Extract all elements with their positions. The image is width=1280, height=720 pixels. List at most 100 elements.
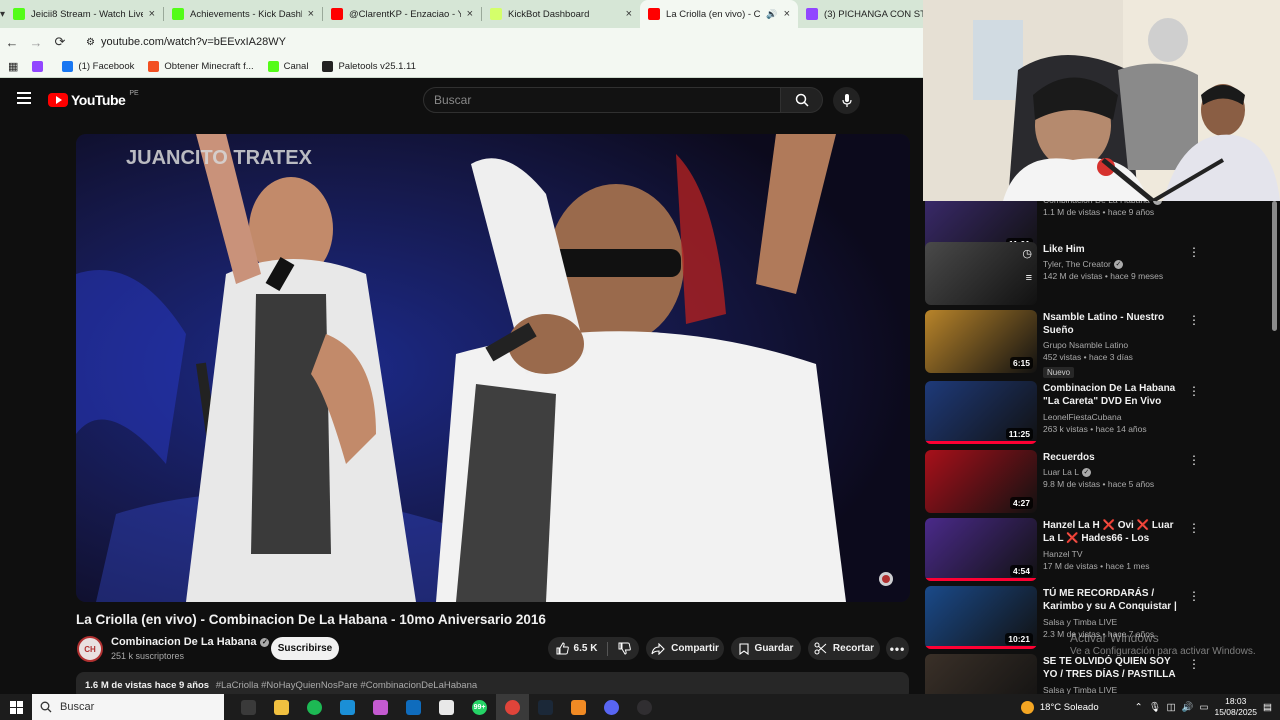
related-video-title[interactable]: Combinacion De La Habana "La Careta" DVD…	[1043, 382, 1183, 409]
battery-icon[interactable]: ▭	[1199, 702, 1208, 713]
related-video-channel[interactable]: Tyler, The Creator ✓	[1043, 259, 1183, 269]
video-options-icon[interactable]: ⋮	[1188, 590, 1200, 602]
tray-overflow-icon[interactable]: ⌃	[1135, 702, 1143, 713]
tab-close-icon[interactable]: ×	[784, 8, 790, 20]
related-video-channel[interactable]: Combinacion De La Habana✓	[1043, 201, 1183, 205]
taskbar-app-vlc[interactable]	[562, 694, 595, 720]
notifications-icon[interactable]: ▤	[1263, 702, 1272, 713]
video-options-icon[interactable]: ⋮	[1188, 658, 1200, 670]
video-player[interactable]: JUANCITO TRATEX	[76, 134, 910, 602]
browser-tab[interactable]: Jeicii8 Stream - Watch Live on K ×	[5, 0, 163, 28]
video-thumbnail[interactable]: ◷ ≡	[925, 242, 1037, 305]
related-video-item[interactable]: 11:25 Combinacion De La Habana "La Careta…	[925, 381, 1275, 445]
start-button[interactable]	[0, 694, 32, 720]
tab-audio-icon[interactable]: 🔊	[766, 9, 777, 20]
menu-icon[interactable]	[17, 92, 31, 104]
video-thumbnail[interactable]: 11:25	[925, 381, 1037, 444]
channel-avatar[interactable]: CH	[77, 636, 103, 662]
tab-close-icon[interactable]: ×	[467, 8, 473, 20]
taskbar-app-whatsapp[interactable]: 99+	[463, 694, 496, 720]
more-actions-button[interactable]: •••	[886, 637, 909, 660]
related-video-channel[interactable]: LeonelFiestaCubana	[1043, 412, 1183, 422]
related-video-title[interactable]: Recuerdos	[1043, 451, 1183, 464]
volume-icon[interactable]: 🔊	[1182, 702, 1194, 713]
tab-close-icon[interactable]: ×	[149, 8, 155, 20]
related-video-title[interactable]: Like Him	[1043, 243, 1183, 256]
related-video-channel[interactable]: Grupo Nsamble Latino	[1043, 340, 1183, 350]
back-button[interactable]: ←	[0, 35, 24, 50]
taskbar-app-obs[interactable]	[628, 694, 661, 720]
search-input[interactable]: Buscar	[423, 87, 781, 113]
related-video-channel[interactable]: Salsa y Timba LIVE	[1043, 685, 1183, 694]
related-video-item[interactable]: 6:15 Nsamble Latino - Nuestro Sueño Grupo …	[925, 310, 1275, 378]
related-video-channel[interactable]: Luar La L ✓	[1043, 467, 1183, 477]
hashtags[interactable]: #LaCriolla #NoHayQuienNosPare #Combinaci…	[216, 680, 477, 691]
tab-close-icon[interactable]: ×	[626, 8, 632, 20]
taskbar-app-steam[interactable]	[529, 694, 562, 720]
taskbar-app-task-view[interactable]	[232, 694, 265, 720]
bookmark-item[interactable]: Canal	[267, 61, 308, 72]
taskbar-app-discord[interactable]	[595, 694, 628, 720]
browser-tab[interactable]: @ClarentKP - Enzaciao - YouTu ×	[323, 0, 481, 28]
taskbar-app-copilot[interactable]	[364, 694, 397, 720]
video-thumbnail[interactable]	[925, 654, 1037, 694]
video-thumbnail[interactable]: 6:15	[925, 310, 1037, 373]
forward-button[interactable]: →	[24, 35, 48, 50]
weather-text[interactable]: 18°C Soleado	[1040, 702, 1099, 713]
url-field[interactable]: ⚙ youtube.com/watch?v=bEEvxIA28WY	[78, 31, 898, 53]
video-options-icon[interactable]: ⋮	[1188, 246, 1200, 258]
related-video-channel[interactable]: Salsa y Timba LIVE	[1043, 617, 1183, 627]
video-thumbnail[interactable]: 10:21	[925, 586, 1037, 649]
apps-grid-icon[interactable]: ▦	[8, 60, 18, 73]
browser-tab[interactable]: La Criolla (en vivo) - Combi 🔊 ×	[640, 0, 799, 28]
related-video-item[interactable]: SE TE OLVIDÓ QUIEN SOY YO / TRES DÍAS / …	[925, 654, 1275, 694]
microphone-tray-icon[interactable]: 🎙	[1149, 702, 1161, 713]
related-video-title[interactable]: TÚ ME RECORDARÁS / Karimbo y su A Conqui…	[1043, 587, 1183, 614]
video-options-icon[interactable]: ⋮	[1188, 522, 1200, 534]
save-button[interactable]: Guardar	[731, 637, 801, 660]
site-info-icon[interactable]: ⚙	[86, 37, 95, 48]
copilot-icon	[373, 699, 388, 715]
related-video-item[interactable]: 4:27 Recuerdos Luar La L ✓ 9.8 M de vistas •…	[925, 450, 1275, 514]
reload-button[interactable]: ⟳	[48, 34, 72, 50]
browser-tab[interactable]: Achievements - Kick Dashboard ×	[164, 0, 322, 28]
taskbar-app-outlook[interactable]	[397, 694, 430, 720]
related-video-title[interactable]: Nsamble Latino - Nuestro Sueño	[1043, 311, 1183, 337]
video-options-icon[interactable]: ⋮	[1188, 385, 1200, 397]
bookmark-item[interactable]: Paletools v25.1.11	[322, 61, 416, 72]
related-video-item[interactable]: ◷ ≡ Like Him Tyler, The Creator ✓ 142 M de vi…	[925, 242, 1275, 306]
like-button[interactable]: 6.5 K	[556, 642, 597, 655]
network-icon[interactable]: ◫	[1167, 702, 1176, 713]
browser-tab[interactable]: KickBot Dashboard ×	[482, 0, 640, 28]
taskbar-app-file-explorer[interactable]	[265, 694, 298, 720]
video-options-icon[interactable]: ⋮	[1188, 314, 1200, 326]
taskbar-app-edge[interactable]	[331, 694, 364, 720]
bookmark-item[interactable]: (1) Facebook	[62, 61, 134, 72]
share-button[interactable]: Compartir	[646, 637, 724, 660]
taskbar-app-store[interactable]	[430, 694, 463, 720]
dislike-button[interactable]	[618, 642, 632, 655]
related-video-channel[interactable]: Hanzel TV	[1043, 549, 1183, 559]
voice-search-button[interactable]	[833, 87, 860, 114]
youtube-logo[interactable]: YouTube PE	[48, 90, 139, 108]
taskbar-search[interactable]: Buscar	[32, 694, 224, 720]
clock[interactable]: 18:03 15/08/2025	[1214, 696, 1257, 718]
video-thumbnail[interactable]: 4:54	[925, 518, 1037, 581]
subscribe-button[interactable]: Suscribirse	[271, 637, 339, 660]
taskbar-app-spotify[interactable]	[298, 694, 331, 720]
clip-button[interactable]: Recortar	[808, 637, 880, 660]
related-video-title[interactable]: Hanzel La H ❌ Ovi ❌ Luar La L ❌ Hades66 …	[1043, 519, 1183, 546]
sidebar-scrollbar[interactable]	[1272, 201, 1277, 331]
related-video-item[interactable]: 4:54 Hanzel La H ❌ Ovi ❌ Luar La L ❌ Hade…	[925, 518, 1275, 582]
video-thumbnail[interactable]: 4:27	[925, 450, 1037, 513]
channel-name[interactable]: Combinacion De La Habana ✓	[111, 636, 270, 648]
bookmark-item[interactable]	[32, 61, 48, 72]
tab-close-icon[interactable]: ×	[308, 8, 314, 20]
bookmark-item[interactable]: Obtener Minecraft f...	[148, 61, 254, 72]
video-options-icon[interactable]: ⋮	[1188, 454, 1200, 466]
search-button[interactable]	[781, 87, 823, 113]
add-to-queue-icon[interactable]: ≡	[1026, 272, 1032, 284]
watch-later-icon[interactable]: ◷	[1022, 247, 1032, 260]
taskbar-app-chrome[interactable]	[496, 694, 529, 720]
related-video-title[interactable]: SE TE OLVIDÓ QUIEN SOY YO / TRES DÍAS / …	[1043, 655, 1183, 682]
